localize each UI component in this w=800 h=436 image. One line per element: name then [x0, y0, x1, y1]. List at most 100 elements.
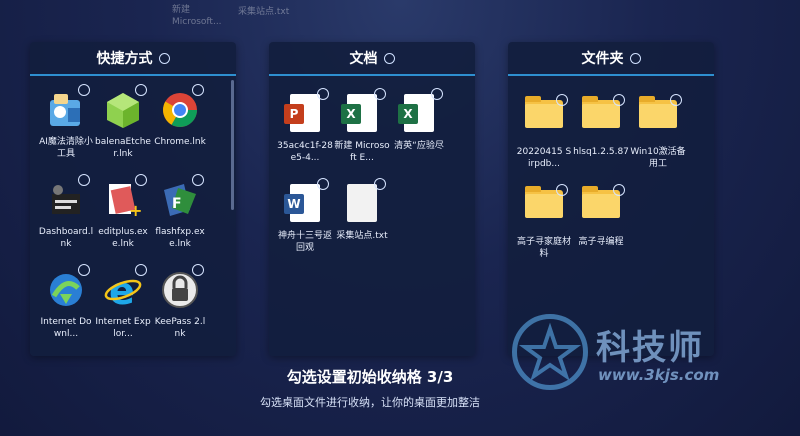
shortcuts-header: 快捷方式: [30, 42, 236, 76]
watermark-logo-icon: [512, 314, 588, 390]
item-checkbox[interactable]: [135, 264, 147, 276]
item-label: flashfxp.exe.lnk: [155, 227, 205, 249]
folders-select-all-checkbox[interactable]: [629, 52, 641, 64]
shortcuts-title: 快捷方式: [96, 51, 153, 67]
excel-icon: X: [398, 88, 443, 134]
item-checkbox[interactable]: [192, 84, 204, 96]
editplus-icon: +: [103, 174, 147, 220]
item-checkbox[interactable]: [613, 184, 625, 196]
item-checkbox[interactable]: [192, 174, 204, 186]
item-checkbox[interactable]: [317, 178, 329, 190]
documents-title: 文档: [349, 51, 378, 67]
internet-download-icon: [46, 264, 90, 310]
item-label: 采集站点.txt: [336, 231, 388, 241]
item-checkbox[interactable]: [670, 94, 682, 106]
shortcuts-panel: 快捷方式 AI魔法清除小工具 balenaEtcher.lnk Chrome.l…: [30, 42, 236, 356]
item-checkbox[interactable]: [374, 178, 386, 190]
shortcut-item[interactable]: Chrome.lnk: [152, 84, 208, 148]
ghost-file-label-2: 采集站点.txt: [238, 7, 290, 17]
watermark-url: www.3kjs.com: [598, 366, 720, 384]
item-label: 新建 Microsoft E...: [334, 141, 390, 163]
svg-text:F: F: [172, 196, 182, 212]
document-item[interactable]: W 神舟十三号返回观: [277, 178, 333, 254]
item-checkbox[interactable]: [431, 88, 443, 100]
folder-item[interactable]: 高子寻编程: [573, 184, 629, 248]
item-label: balenaEtcher.lnk: [95, 137, 151, 159]
document-item[interactable]: X 清英“应验尽: [391, 88, 447, 152]
scrollbar[interactable]: [231, 80, 234, 210]
word-icon: W: [284, 178, 329, 224]
item-checkbox[interactable]: [78, 264, 90, 276]
powerpoint-icon: P: [284, 88, 329, 134]
ghost-line1: 新建: [172, 5, 191, 15]
document-item[interactable]: X 新建 Microsoft E...: [334, 88, 390, 164]
folder-item[interactable]: Win10激活备用工: [630, 94, 686, 170]
flashfxp-icon: F: [160, 174, 204, 220]
shortcut-item[interactable]: Internet Downl...: [38, 264, 94, 340]
ghost-line2: Microsoft...: [172, 17, 222, 27]
step-subtitle: 勾选桌面文件进行收纳，让你的桌面更加整洁: [260, 396, 480, 409]
documents-header: 文档: [269, 42, 475, 76]
shortcut-item[interactable]: + editplus.exe.lnk: [95, 174, 151, 250]
item-checkbox[interactable]: [78, 84, 90, 96]
item-label: 20220415 Sirpdb...: [516, 147, 572, 169]
item-label: Internet Explor...: [95, 317, 151, 339]
documents-select-all-checkbox[interactable]: [383, 52, 395, 64]
item-checkbox[interactable]: [192, 264, 204, 276]
watermark: 科技师 www.3kjs.com: [512, 314, 782, 394]
folder-icon: [581, 94, 625, 140]
folders-title: 文件夹: [581, 51, 624, 67]
folder-icon: [524, 94, 568, 140]
item-checkbox[interactable]: [374, 88, 386, 100]
document-item[interactable]: 采集站点.txt: [334, 178, 390, 242]
folders-panel: 文件夹 20220415 Sirpdb... hlsq1.2.5.87 Win1…: [508, 42, 714, 356]
folder-icon: [581, 184, 625, 230]
shortcut-item[interactable]: balenaEtcher.lnk: [95, 84, 151, 160]
shortcut-item[interactable]: AI魔法清除小工具: [38, 84, 94, 160]
item-checkbox[interactable]: [317, 88, 329, 100]
folder-item[interactable]: hlsq1.2.5.87: [573, 94, 629, 158]
item-checkbox[interactable]: [135, 84, 147, 96]
item-label: 35ac4c1f-28e5-4...: [277, 141, 333, 163]
excel-icon: X: [341, 88, 386, 134]
folder-icon: [524, 184, 568, 230]
item-label: 神舟十三号返回观: [277, 231, 332, 253]
item-label: Dashboard.lnk: [38, 227, 94, 249]
svg-text:+: +: [129, 201, 142, 220]
shortcut-item[interactable]: KeePass 2.lnk: [152, 264, 208, 340]
folders-header: 文件夹: [508, 42, 714, 76]
shortcut-item[interactable]: F flashfxp.exe.lnk: [152, 174, 208, 250]
folder-item[interactable]: 高子寻家庭材料: [516, 184, 572, 260]
item-checkbox[interactable]: [613, 94, 625, 106]
shortcut-item[interactable]: e Internet Explor...: [95, 264, 151, 340]
ai-eraser-icon: [46, 84, 90, 130]
documents-panel: 文档 P 35ac4c1f-28e5-4... X 新建 Microsoft E…: [269, 42, 475, 356]
shortcut-item[interactable]: Dashboard.lnk: [38, 174, 94, 250]
item-checkbox[interactable]: [556, 94, 568, 106]
item-checkbox[interactable]: [78, 174, 90, 186]
dashboard-icon: [46, 174, 90, 220]
shortcuts-select-all-checkbox[interactable]: [158, 52, 170, 64]
internet-explorer-icon: e: [103, 264, 147, 313]
item-label: KeePass 2.lnk: [154, 317, 206, 339]
text-file-icon: [342, 178, 386, 224]
item-label: Chrome.lnk: [154, 137, 206, 147]
chrome-icon: [160, 84, 204, 130]
balena-etcher-icon: [103, 84, 147, 130]
item-label: Internet Downl...: [40, 317, 92, 339]
item-label: 高子寻家庭材料: [516, 237, 571, 259]
item-label: 清英“应验尽: [394, 141, 444, 151]
document-item[interactable]: P 35ac4c1f-28e5-4...: [277, 88, 333, 164]
watermark-title: 科技师: [596, 328, 704, 368]
item-label: editplus.exe.lnk: [98, 227, 148, 249]
item-label: 高子寻编程: [578, 237, 624, 247]
item-checkbox[interactable]: [556, 184, 568, 196]
svg-text:e: e: [109, 270, 135, 310]
item-label: AI魔法清除小工具: [39, 137, 93, 159]
item-label: hlsq1.2.5.87: [573, 147, 629, 157]
item-checkbox[interactable]: [135, 174, 147, 186]
ghost-file-label: 新建 Microsoft...: [172, 4, 222, 28]
folder-item[interactable]: 20220415 Sirpdb...: [516, 94, 572, 170]
keepass-icon: [160, 264, 204, 310]
folder-icon: [638, 94, 682, 140]
